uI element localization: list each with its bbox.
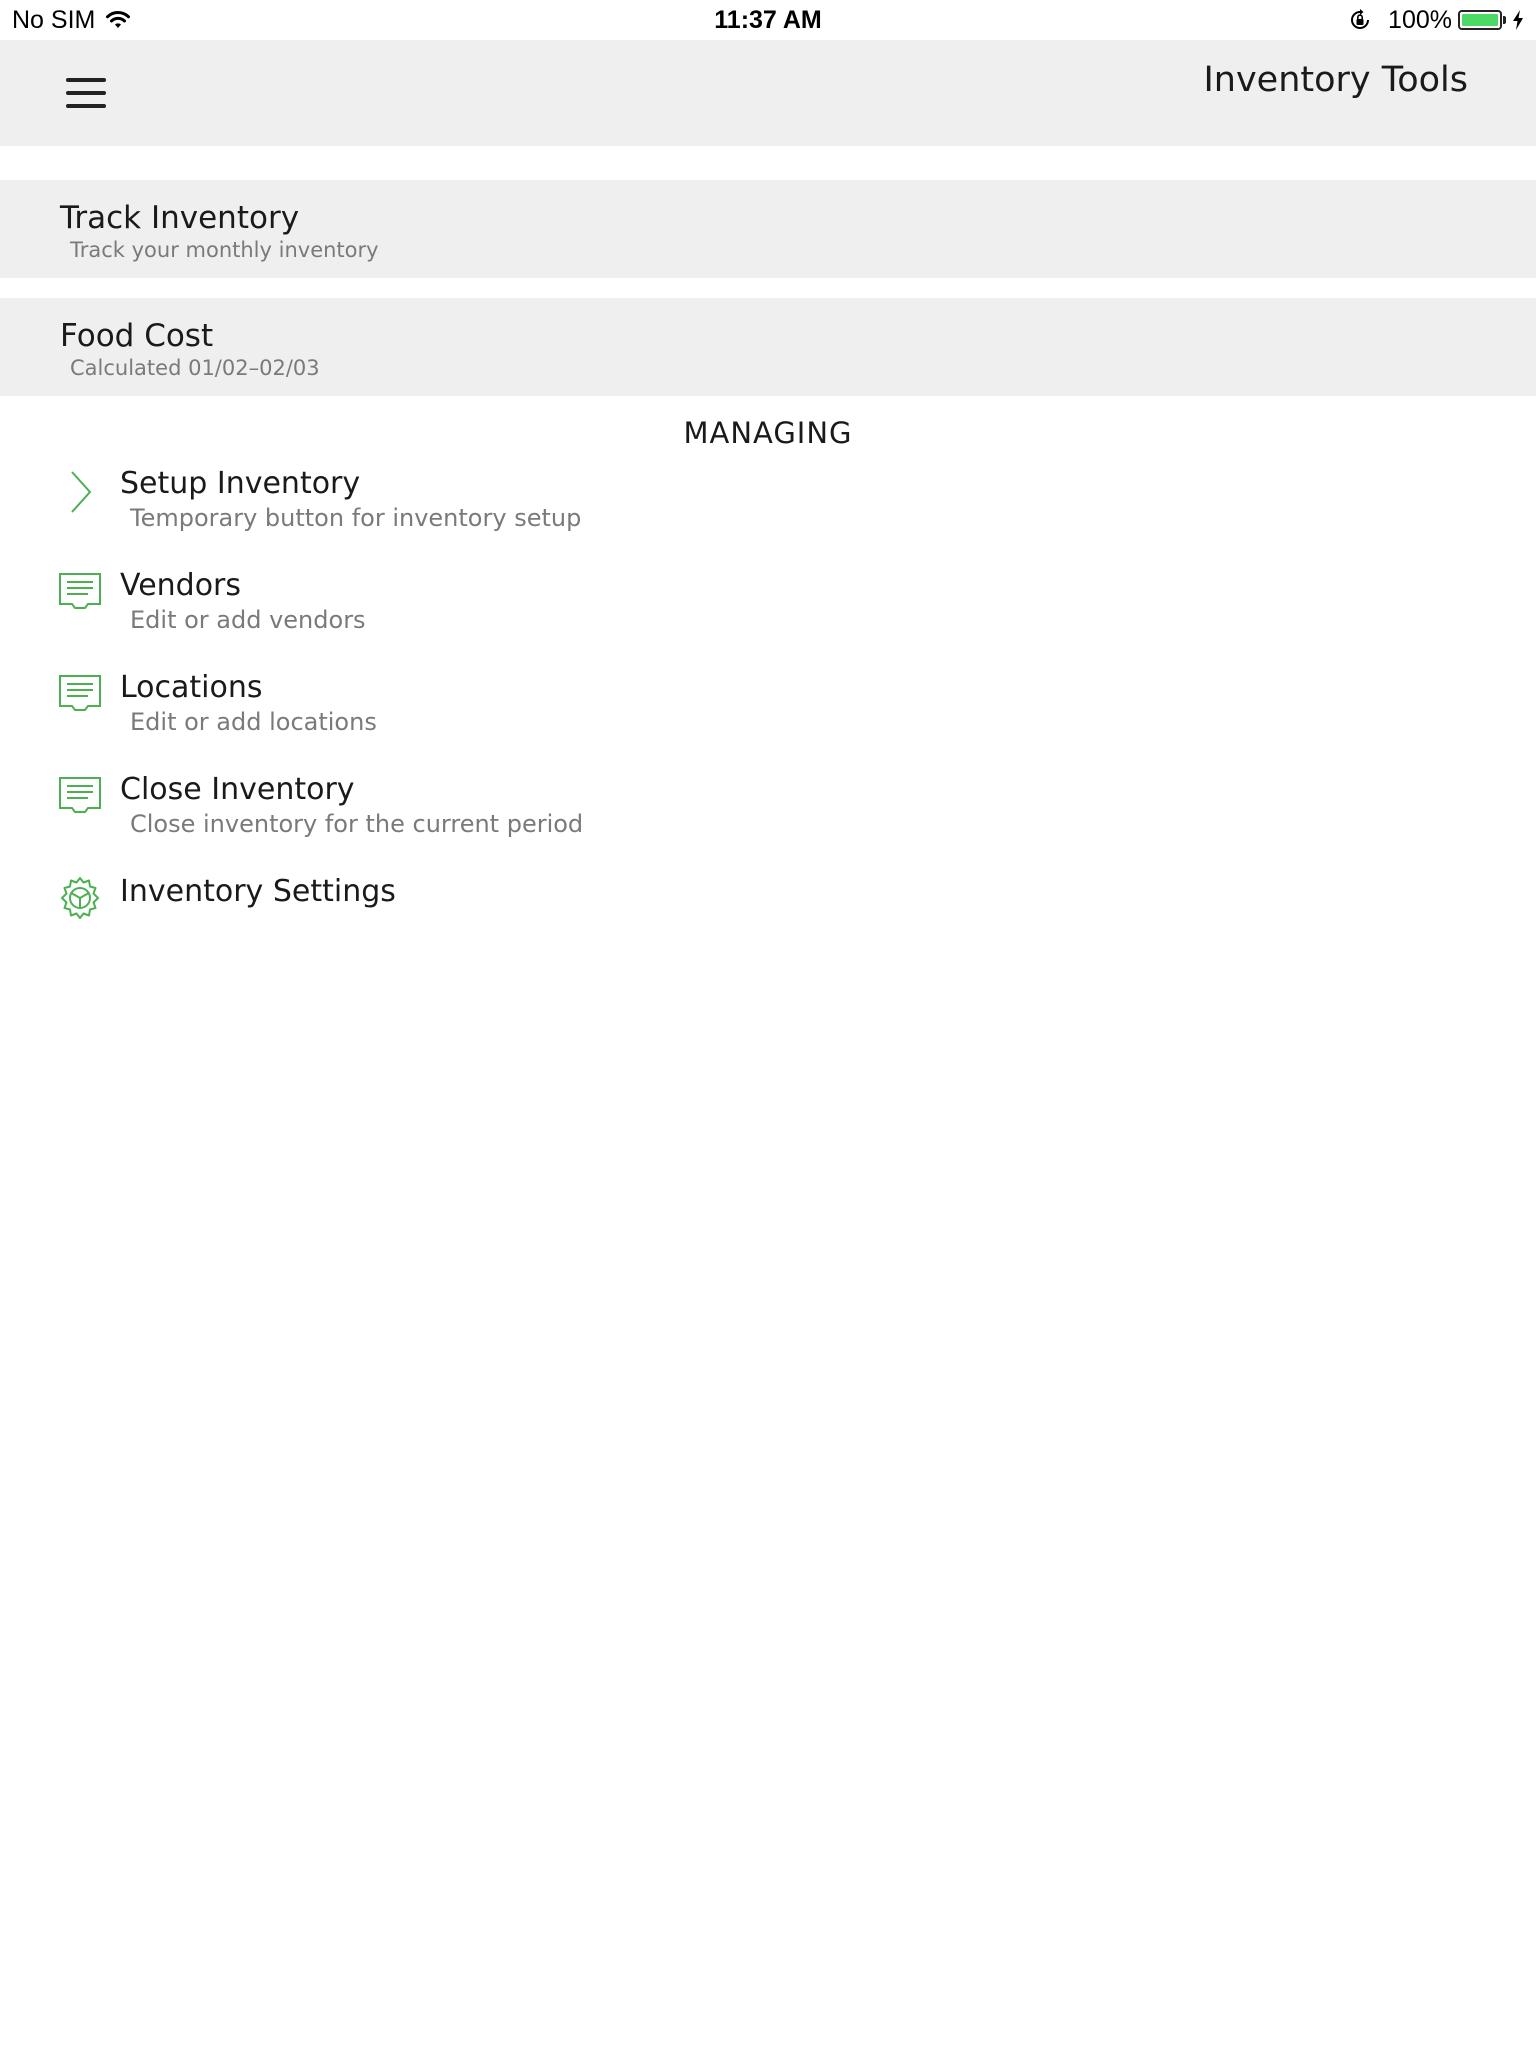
status-time: 11:37 AM: [714, 6, 822, 34]
list-item-title: Locations: [120, 670, 263, 705]
list-item-subtitle: Edit or add vendors: [130, 606, 366, 634]
card-title: Track Inventory: [60, 200, 300, 236]
list-card-icon: [59, 777, 101, 813]
inventory-settings-item[interactable]: Inventory Settings: [0, 868, 1536, 964]
status-right: 100%: [1348, 6, 1524, 34]
list-item-title: Setup Inventory: [120, 466, 361, 501]
track-inventory-card[interactable]: Track Inventory Track your monthly inven…: [0, 180, 1536, 278]
battery-fill: [1462, 14, 1498, 26]
list-card-icon: [59, 675, 101, 711]
hamburger-menu-icon[interactable]: [64, 74, 108, 114]
gear-icon: [61, 877, 99, 919]
list-item-subtitle: Close inventory for the current period: [130, 810, 584, 838]
vendors-item[interactable]: Vendors Edit or add vendors: [0, 562, 1536, 658]
list-card-icon: [59, 573, 101, 609]
section-title-managing: MANAGING: [683, 416, 853, 450]
locations-item[interactable]: Locations Edit or add locations: [0, 664, 1536, 760]
battery-icon: [1458, 10, 1502, 30]
battery-cap: [1503, 16, 1506, 24]
list-item-title: Close Inventory: [120, 772, 355, 807]
status-bar: No SIM 11:37 AM 100%: [0, 0, 1536, 40]
app-header: Inventory Tools: [0, 40, 1536, 146]
list-item-subtitle: Temporary button for inventory setup: [130, 504, 582, 532]
card-subtitle: Calculated 01/02–02/03: [70, 356, 320, 380]
card-subtitle: Track your monthly inventory: [70, 238, 379, 262]
menu-line: [66, 91, 106, 95]
charging-bolt-icon: [1513, 10, 1523, 30]
chevron-right-icon: [71, 471, 92, 513]
page-title: Inventory Tools: [1203, 60, 1468, 100]
list-item-title: Vendors: [120, 568, 242, 603]
orientation-lock-icon: [1351, 9, 1370, 29]
list-item-title: Inventory Settings: [120, 874, 396, 909]
list-item-subtitle: Edit or add locations: [130, 708, 377, 736]
menu-line: [66, 78, 106, 82]
food-cost-card[interactable]: Food Cost Calculated 01/02–02/03: [0, 298, 1536, 396]
battery-percent: 100%: [1388, 5, 1452, 34]
card-title: Food Cost: [60, 318, 214, 354]
setup-inventory-item[interactable]: Setup Inventory Temporary button for inv…: [0, 460, 1536, 556]
menu-line: [66, 104, 106, 108]
close-inventory-item[interactable]: Close Inventory Close inventory for the …: [0, 766, 1536, 862]
